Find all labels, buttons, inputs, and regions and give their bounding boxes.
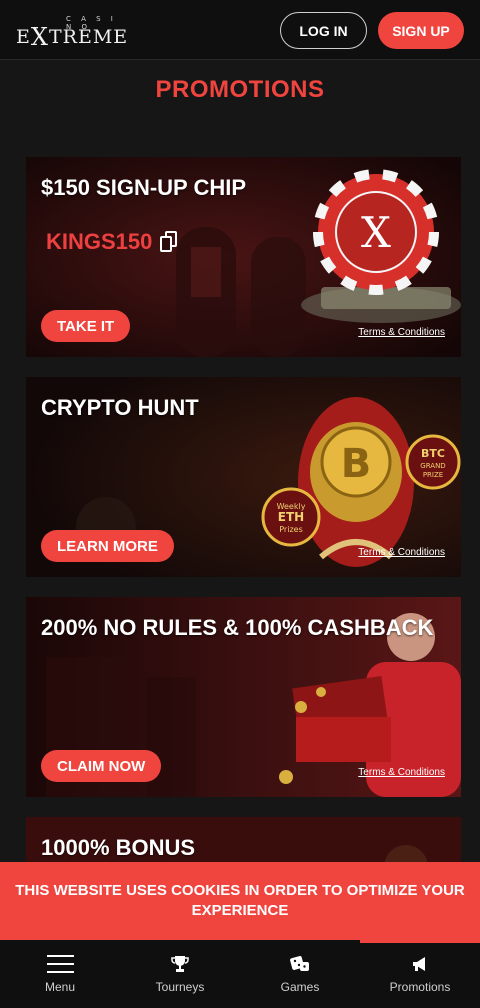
page-title: PROMOTIONS (155, 76, 325, 103)
dice-icon (286, 954, 314, 974)
nav-label: Menu (44, 980, 76, 994)
trophy-icon (166, 954, 194, 974)
nav-item-menu[interactable]: Menu (0, 940, 120, 1008)
copy-icon[interactable] (160, 231, 178, 253)
nav-item-games[interactable]: Games (240, 940, 360, 1008)
svg-text:Prizes: Prizes (279, 525, 302, 534)
take-it-button[interactable]: TAKE IT (41, 310, 131, 342)
svg-text:B: B (341, 441, 372, 487)
svg-text:ETH: ETH (278, 510, 304, 524)
login-button[interactable]: LOG IN (280, 12, 367, 49)
nav-label: Games (280, 980, 320, 994)
svg-text:GRAND: GRAND (420, 462, 445, 470)
casino-extreme-logo[interactable]: C A S I N O EXTREME (16, 15, 127, 51)
nav-item-promotions[interactable]: Promotions (360, 940, 480, 1008)
svg-text:PRIZE: PRIZE (423, 471, 443, 479)
svg-text:BTC: BTC (421, 447, 445, 460)
megaphone-icon (406, 954, 434, 974)
nav-item-tourneys[interactable]: Tourneys (120, 940, 240, 1008)
bottom-navigation: Menu Tourneys Games Promotions (0, 940, 480, 1008)
svg-text:X: X (361, 208, 391, 257)
signup-button[interactable]: SIGN UP (378, 12, 464, 49)
promo-title: 1000% BONUS (41, 835, 196, 860)
promo-title: CRYPTO HUNT (41, 395, 199, 420)
hamburger-icon (46, 954, 74, 974)
logo-word: EXTREME (16, 23, 129, 51)
terms-link[interactable]: Terms & Conditions (358, 767, 445, 778)
terms-link[interactable]: Terms & Conditions (358, 327, 445, 338)
promo-title: $150 SIGN-UP CHIP (41, 175, 247, 200)
learn-more-button[interactable]: LEARN MORE (41, 530, 174, 562)
cookie-text: THIS WEBSITE USES COOKIES IN ORDER TO OP… (15, 882, 465, 919)
promo-code[interactable]: KINGS150 (46, 229, 178, 255)
promo-card-no-rules-cashback: 200% NO RULES & 100% CASHBACK CLAIM NOW … (26, 597, 461, 797)
promo-code-text: KINGS150 (46, 229, 153, 254)
promo-card-signup-chip: X $150 SIGN-UP CHIP KINGS150 TAKE IT Ter… (26, 157, 461, 357)
cookie-banner[interactable]: THIS WEBSITE USES COOKIES IN ORDER TO OP… (0, 862, 480, 940)
promo-title: 200% NO RULES & 100% CASHBACK (41, 615, 434, 640)
terms-link[interactable]: Terms & Conditions (358, 547, 445, 558)
nav-label: Tourneys (155, 980, 205, 994)
nav-label: Promotions (389, 980, 451, 994)
promo-card-crypto-hunt: B Weekly ETH Prizes BTC GRAND PRIZE CRYP… (26, 377, 461, 577)
top-header: C A S I N O EXTREME LOG IN SIGN UP (0, 0, 480, 60)
claim-now-button[interactable]: CLAIM NOW (41, 750, 162, 782)
